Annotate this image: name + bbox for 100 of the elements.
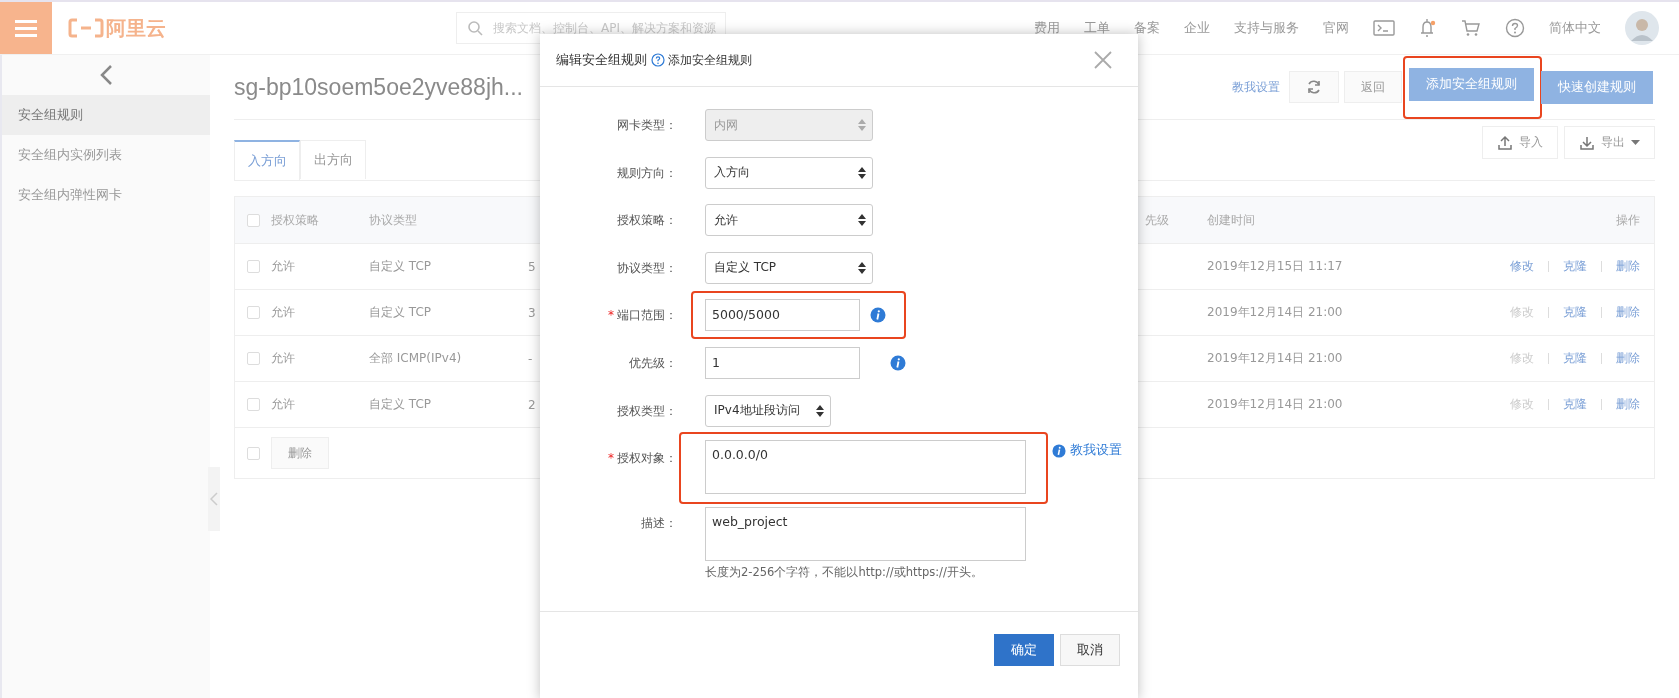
select-field[interactable]: 允许: [705, 204, 873, 237]
table-cell: 2019年12月15日 11:17: [1207, 259, 1343, 273]
checkbox[interactable]: [246, 398, 260, 411]
sidebar-item[interactable]: 安全组规则: [2, 95, 210, 135]
bell-icon[interactable]: [1419, 18, 1437, 38]
search-icon: [467, 20, 483, 36]
refresh-button[interactable]: [1289, 71, 1339, 103]
table-cell: 允许: [271, 259, 295, 273]
checkbox[interactable]: [246, 306, 260, 319]
nav-link[interactable]: 官网: [1323, 19, 1349, 37]
field-label: 网卡类型：: [617, 118, 677, 132]
import-button[interactable]: 导入: [1482, 126, 1558, 159]
row-action-link[interactable]: 删除: [1616, 258, 1640, 275]
field-hint: 长度为2-256个字符，不能以http://或https://开头。: [705, 565, 984, 581]
add-rule-link[interactable]: 添加安全组规则: [668, 52, 752, 68]
select-field[interactable]: 自定义 TCP: [705, 251, 873, 284]
primary-button[interactable]: 添加安全组规则: [1409, 67, 1534, 101]
row-action-link[interactable]: 克隆: [1563, 258, 1587, 275]
table-cell: 5: [528, 259, 536, 274]
logo-icon: [68, 18, 104, 38]
direction-tab[interactable]: 入方向: [234, 140, 300, 180]
input-field[interactable]: 5000/5000: [705, 299, 860, 332]
export-button[interactable]: 导出: [1564, 126, 1655, 159]
info-icon[interactable]: [890, 354, 906, 371]
row-action-link[interactable]: 克隆: [1563, 350, 1587, 367]
text-area[interactable]: 0.0.0.0/0: [705, 440, 1026, 495]
updown-icon: [858, 214, 866, 227]
table-cell: 2: [528, 397, 536, 412]
help-icon[interactable]: [1505, 18, 1525, 38]
language-link[interactable]: 简体中文: [1549, 19, 1601, 37]
checkbox[interactable]: [246, 260, 260, 273]
updown-icon: [858, 119, 866, 131]
direction-tab[interactable]: 出方向: [300, 140, 366, 179]
checkbox[interactable]: [246, 446, 260, 460]
table-cell: 全部 ICMP(IPv4): [369, 351, 462, 365]
back-button[interactable]: 返回: [1344, 71, 1402, 103]
logo-text: 阿里云: [106, 14, 166, 42]
input-field[interactable]: 1: [705, 346, 860, 379]
caret-icon: [1631, 139, 1640, 146]
field-label: 端口范围：: [617, 308, 677, 323]
field-label: 描述：: [641, 516, 677, 531]
cancel-button[interactable]: 取消: [1060, 634, 1120, 666]
info-icon[interactable]: [870, 307, 886, 324]
table-cell: 允许: [271, 351, 295, 365]
table-cell: 2019年12月14日 21:00: [1207, 397, 1343, 411]
row-action-link[interactable]: 删除: [1616, 304, 1640, 321]
nav-link[interactable]: 企业: [1184, 19, 1210, 37]
primary-button[interactable]: 快速创建规则: [1541, 70, 1653, 104]
help-link[interactable]: 教我设置: [1070, 442, 1122, 460]
terminal-icon[interactable]: [1373, 20, 1395, 36]
updown-icon: [858, 166, 866, 179]
column-header: 操作: [1616, 212, 1640, 227]
table-cell: 允许: [271, 305, 295, 319]
upload-icon: [1497, 134, 1513, 151]
select-field[interactable]: IPv4地址段访问: [705, 394, 831, 427]
back-icon[interactable]: [99, 64, 113, 86]
table-cell: 自定义 TCP: [369, 397, 432, 411]
refresh-icon: [1306, 79, 1322, 95]
avatar-icon[interactable]: [1625, 11, 1659, 45]
field-label: 规则方向：: [617, 165, 677, 180]
field-label: 授权类型：: [617, 403, 677, 418]
cart-icon[interactable]: [1461, 19, 1481, 37]
nav-link[interactable]: 支持与服务: [1234, 19, 1299, 37]
row-action-link[interactable]: 删除: [1616, 396, 1640, 413]
column-header: 协议类型: [369, 212, 417, 227]
sidebar-item[interactable]: 安全组内实例列表: [2, 135, 210, 175]
nav-link[interactable]: 工单: [1084, 19, 1110, 37]
field-label: 协议类型：: [617, 260, 677, 275]
row-action-link[interactable]: 删除: [1616, 350, 1640, 367]
delete-button[interactable]: 删除: [271, 437, 329, 469]
checkbox[interactable]: [246, 213, 260, 227]
select-field[interactable]: 入方向: [705, 156, 873, 189]
field-label: 授权对象：: [617, 451, 677, 466]
table-cell: 2019年12月14日 21:00: [1207, 351, 1343, 365]
row-action-link[interactable]: 克隆: [1563, 304, 1587, 321]
nav-link[interactable]: 费用: [1034, 19, 1060, 37]
required-mark: *: [608, 308, 614, 323]
updown-icon: [858, 261, 866, 274]
field-label: 授权策略：: [617, 213, 677, 228]
sidebar-item[interactable]: 安全组内弹性网卡: [2, 175, 210, 215]
column-header: 创建时间: [1207, 212, 1255, 227]
column-header: 先级: [1145, 212, 1169, 227]
updown-icon: [816, 404, 824, 417]
menu-button[interactable]: [0, 2, 52, 54]
row-action-link[interactable]: 修改: [1510, 258, 1534, 275]
table-cell: 自定义 TCP: [369, 259, 432, 273]
table-cell: 3: [528, 305, 536, 320]
menu-icon: [15, 19, 37, 37]
row-action-link[interactable]: 克隆: [1563, 396, 1587, 413]
dialog-title: 编辑安全组规则: [556, 51, 647, 69]
collapse-handle[interactable]: [208, 467, 220, 531]
help-icon[interactable]: [651, 53, 665, 67]
field-label: 优先级：: [629, 355, 677, 370]
checkbox[interactable]: [246, 352, 260, 365]
confirm-button[interactable]: 确定: [994, 634, 1054, 666]
close-icon[interactable]: [1094, 51, 1112, 69]
help-link[interactable]: 教我设置: [1232, 78, 1280, 96]
nav-link[interactable]: 备案: [1134, 19, 1160, 37]
page-title: sg-bp10soem5oe2yve88jh...: [234, 73, 523, 101]
text-area[interactable]: web_project: [705, 507, 1026, 562]
